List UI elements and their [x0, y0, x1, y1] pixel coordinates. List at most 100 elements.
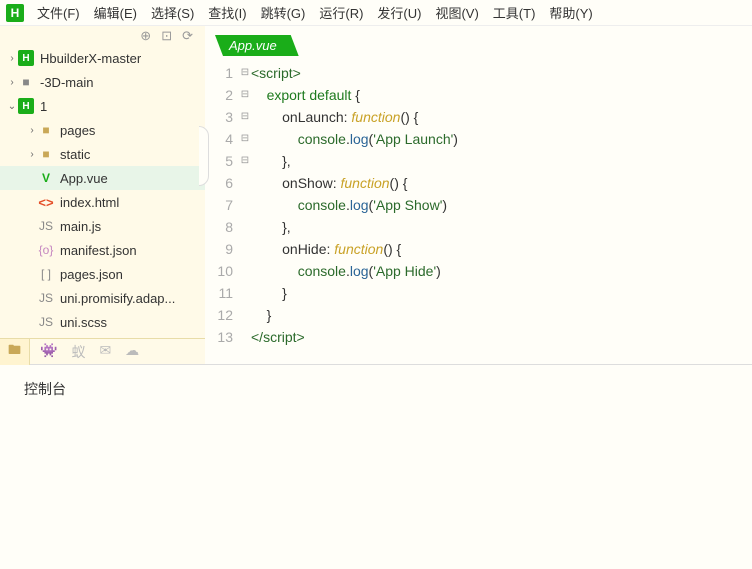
js-icon: JS — [38, 314, 54, 330]
menu-发行(U)[interactable]: 发行(U) — [370, 3, 428, 22]
menu-查找(I)[interactable]: 查找(I) — [201, 3, 253, 22]
tree-label: uni.scss — [60, 315, 107, 330]
code-area[interactable]: 12345678910111213 ⊟⊟⊟⊟⊟ <script> export … — [205, 56, 752, 364]
editor: App.vue 12345678910111213 ⊟⊟⊟⊟⊟ <script>… — [205, 26, 752, 364]
tree-uni.scss[interactable]: JS uni.scss — [0, 310, 205, 334]
js-icon: JS — [38, 290, 54, 306]
code-line[interactable]: export default { — [251, 84, 752, 106]
line-number: 2 — [205, 84, 233, 106]
h-icon: H — [18, 50, 34, 66]
sidebar-bottom: 🖿 👾 蚁 ✉ ☁ — [0, 338, 205, 364]
code-line[interactable]: onShow: function() { — [251, 172, 752, 194]
menu-编辑(E)[interactable]: 编辑(E) — [87, 3, 144, 22]
vue-icon: V — [38, 170, 54, 186]
debug-icon[interactable]: 蚁 — [71, 342, 85, 362]
html-icon: <> — [38, 194, 54, 210]
tree-static[interactable]: ›■ static — [0, 142, 205, 166]
sync-icon[interactable]: ✉ — [99, 342, 111, 362]
menu-帮助(Y)[interactable]: 帮助(Y) — [542, 3, 599, 22]
console-tab[interactable]: 控制台 — [24, 379, 66, 407]
fold-g-icon: ■ — [18, 74, 34, 90]
chevron-icon[interactable]: › — [6, 77, 18, 88]
tree-1[interactable]: ⌄H1 — [0, 94, 205, 118]
code-line[interactable]: }, — [251, 216, 752, 238]
tree-label: manifest.json — [60, 243, 137, 258]
code-line[interactable]: } — [251, 304, 752, 326]
tree-label: -3D-main — [40, 75, 93, 90]
fold-icon[interactable]: ⊟ — [239, 84, 251, 106]
editor-tabs: App.vue — [205, 26, 752, 56]
chevron-icon[interactable]: › — [26, 149, 38, 160]
code-line[interactable]: onLaunch: function() { — [251, 106, 752, 128]
tree-label: uni.promisify.adap... — [60, 291, 175, 306]
code-line[interactable]: }, — [251, 150, 752, 172]
menu-选择(S)[interactable]: 选择(S) — [144, 3, 201, 22]
code-line[interactable]: <script> — [251, 62, 752, 84]
tree-App.vue[interactable]: V App.vue — [0, 166, 205, 190]
fold-icon[interactable]: ⊟ — [239, 150, 251, 172]
chevron-icon[interactable]: ⌄ — [6, 101, 18, 112]
line-number: 7 — [205, 194, 233, 216]
tree-label: App.vue — [60, 171, 108, 186]
code-lines[interactable]: <script> export default { onLaunch: func… — [251, 62, 752, 364]
menu-视图(V)[interactable]: 视图(V) — [428, 3, 485, 22]
explorer-icon[interactable]: 🖿 — [0, 339, 30, 365]
h-icon: H — [18, 98, 34, 114]
bug-icon[interactable]: 👾 — [40, 342, 57, 362]
tree-uni.promisify.adap...[interactable]: JS uni.promisify.adap... — [0, 286, 205, 310]
line-number: 13 — [205, 326, 233, 348]
tree-index.html[interactable]: <> index.html — [0, 190, 205, 214]
fold-icon[interactable]: ⊟ — [239, 106, 251, 128]
code-line[interactable]: console.log('App Hide') — [251, 260, 752, 282]
line-number: 11 — [205, 282, 233, 304]
tree-label: static — [60, 147, 90, 162]
tree-label: HbuilderX-master — [40, 51, 141, 66]
line-number: 9 — [205, 238, 233, 260]
collapse-icon[interactable]: ⊡ — [161, 28, 172, 44]
code-line[interactable]: </script> — [251, 326, 752, 348]
tree-label: 1 — [40, 99, 47, 114]
fold-icon[interactable]: ⊟ — [239, 62, 251, 84]
line-number: 3 — [205, 106, 233, 128]
sidebar-toolbar: ⊕ ⊡ ⟳ — [0, 26, 205, 46]
tree-pages.json[interactable]: [ ]pages.json — [0, 262, 205, 286]
tree-main.js[interactable]: JSmain.js — [0, 214, 205, 238]
sidebar: ⊕ ⊡ ⟳ ›HHbuilderX-master›■-3D-main⌄H1›■p… — [0, 26, 205, 364]
line-number: 10 — [205, 260, 233, 282]
file-tree: ›HHbuilderX-master›■-3D-main⌄H1›■pages›■… — [0, 46, 205, 338]
json-icon: {o} — [38, 242, 54, 258]
toggle-sidebar-handle[interactable] — [199, 126, 209, 186]
code-line[interactable]: onHide: function() { — [251, 238, 752, 260]
tree-label: index.html — [60, 195, 119, 210]
console-panel: 控制台 — [0, 364, 752, 569]
new-file-icon[interactable]: ⊕ — [140, 28, 151, 44]
fold-icon: ■ — [38, 146, 54, 162]
menubar: H 文件(F)编辑(E)选择(S)查找(I)跳转(G)运行(R)发行(U)视图(… — [0, 0, 752, 26]
menu-工具(T)[interactable]: 工具(T) — [486, 3, 543, 22]
menu-跳转(G)[interactable]: 跳转(G) — [254, 3, 313, 22]
tree-HbuilderX-master[interactable]: ›H HbuilderX-master — [0, 46, 205, 70]
line-number: 8 — [205, 216, 233, 238]
tree--3D-main[interactable]: ›■ -3D-main — [0, 70, 205, 94]
menu-items: 文件(F)编辑(E)选择(S)查找(I)跳转(G)运行(R)发行(U)视图(V)… — [30, 3, 600, 22]
tab-app-vue[interactable]: App.vue — [215, 35, 299, 56]
tree-manifest.json[interactable]: {o} manifest.json — [0, 238, 205, 262]
fold-icon: ■ — [38, 122, 54, 138]
line-number: 6 — [205, 172, 233, 194]
code-line[interactable]: console.log('App Show') — [251, 194, 752, 216]
chevron-icon[interactable]: › — [6, 53, 18, 64]
fold-column: ⊟⊟⊟⊟⊟ — [239, 62, 251, 364]
fold-icon[interactable]: ⊟ — [239, 128, 251, 150]
cloud-icon[interactable]: ☁ — [125, 342, 139, 362]
chevron-icon[interactable]: › — [26, 125, 38, 136]
line-number: 5 — [205, 150, 233, 172]
tree-pages[interactable]: ›■pages — [0, 118, 205, 142]
menu-文件(F)[interactable]: 文件(F) — [30, 3, 87, 22]
line-number: 12 — [205, 304, 233, 326]
tree-label: main.js — [60, 219, 101, 234]
refresh-icon[interactable]: ⟳ — [182, 28, 193, 44]
app-logo: H — [6, 4, 24, 22]
code-line[interactable]: console.log('App Launch') — [251, 128, 752, 150]
code-line[interactable]: } — [251, 282, 752, 304]
menu-运行(R)[interactable]: 运行(R) — [312, 3, 370, 22]
